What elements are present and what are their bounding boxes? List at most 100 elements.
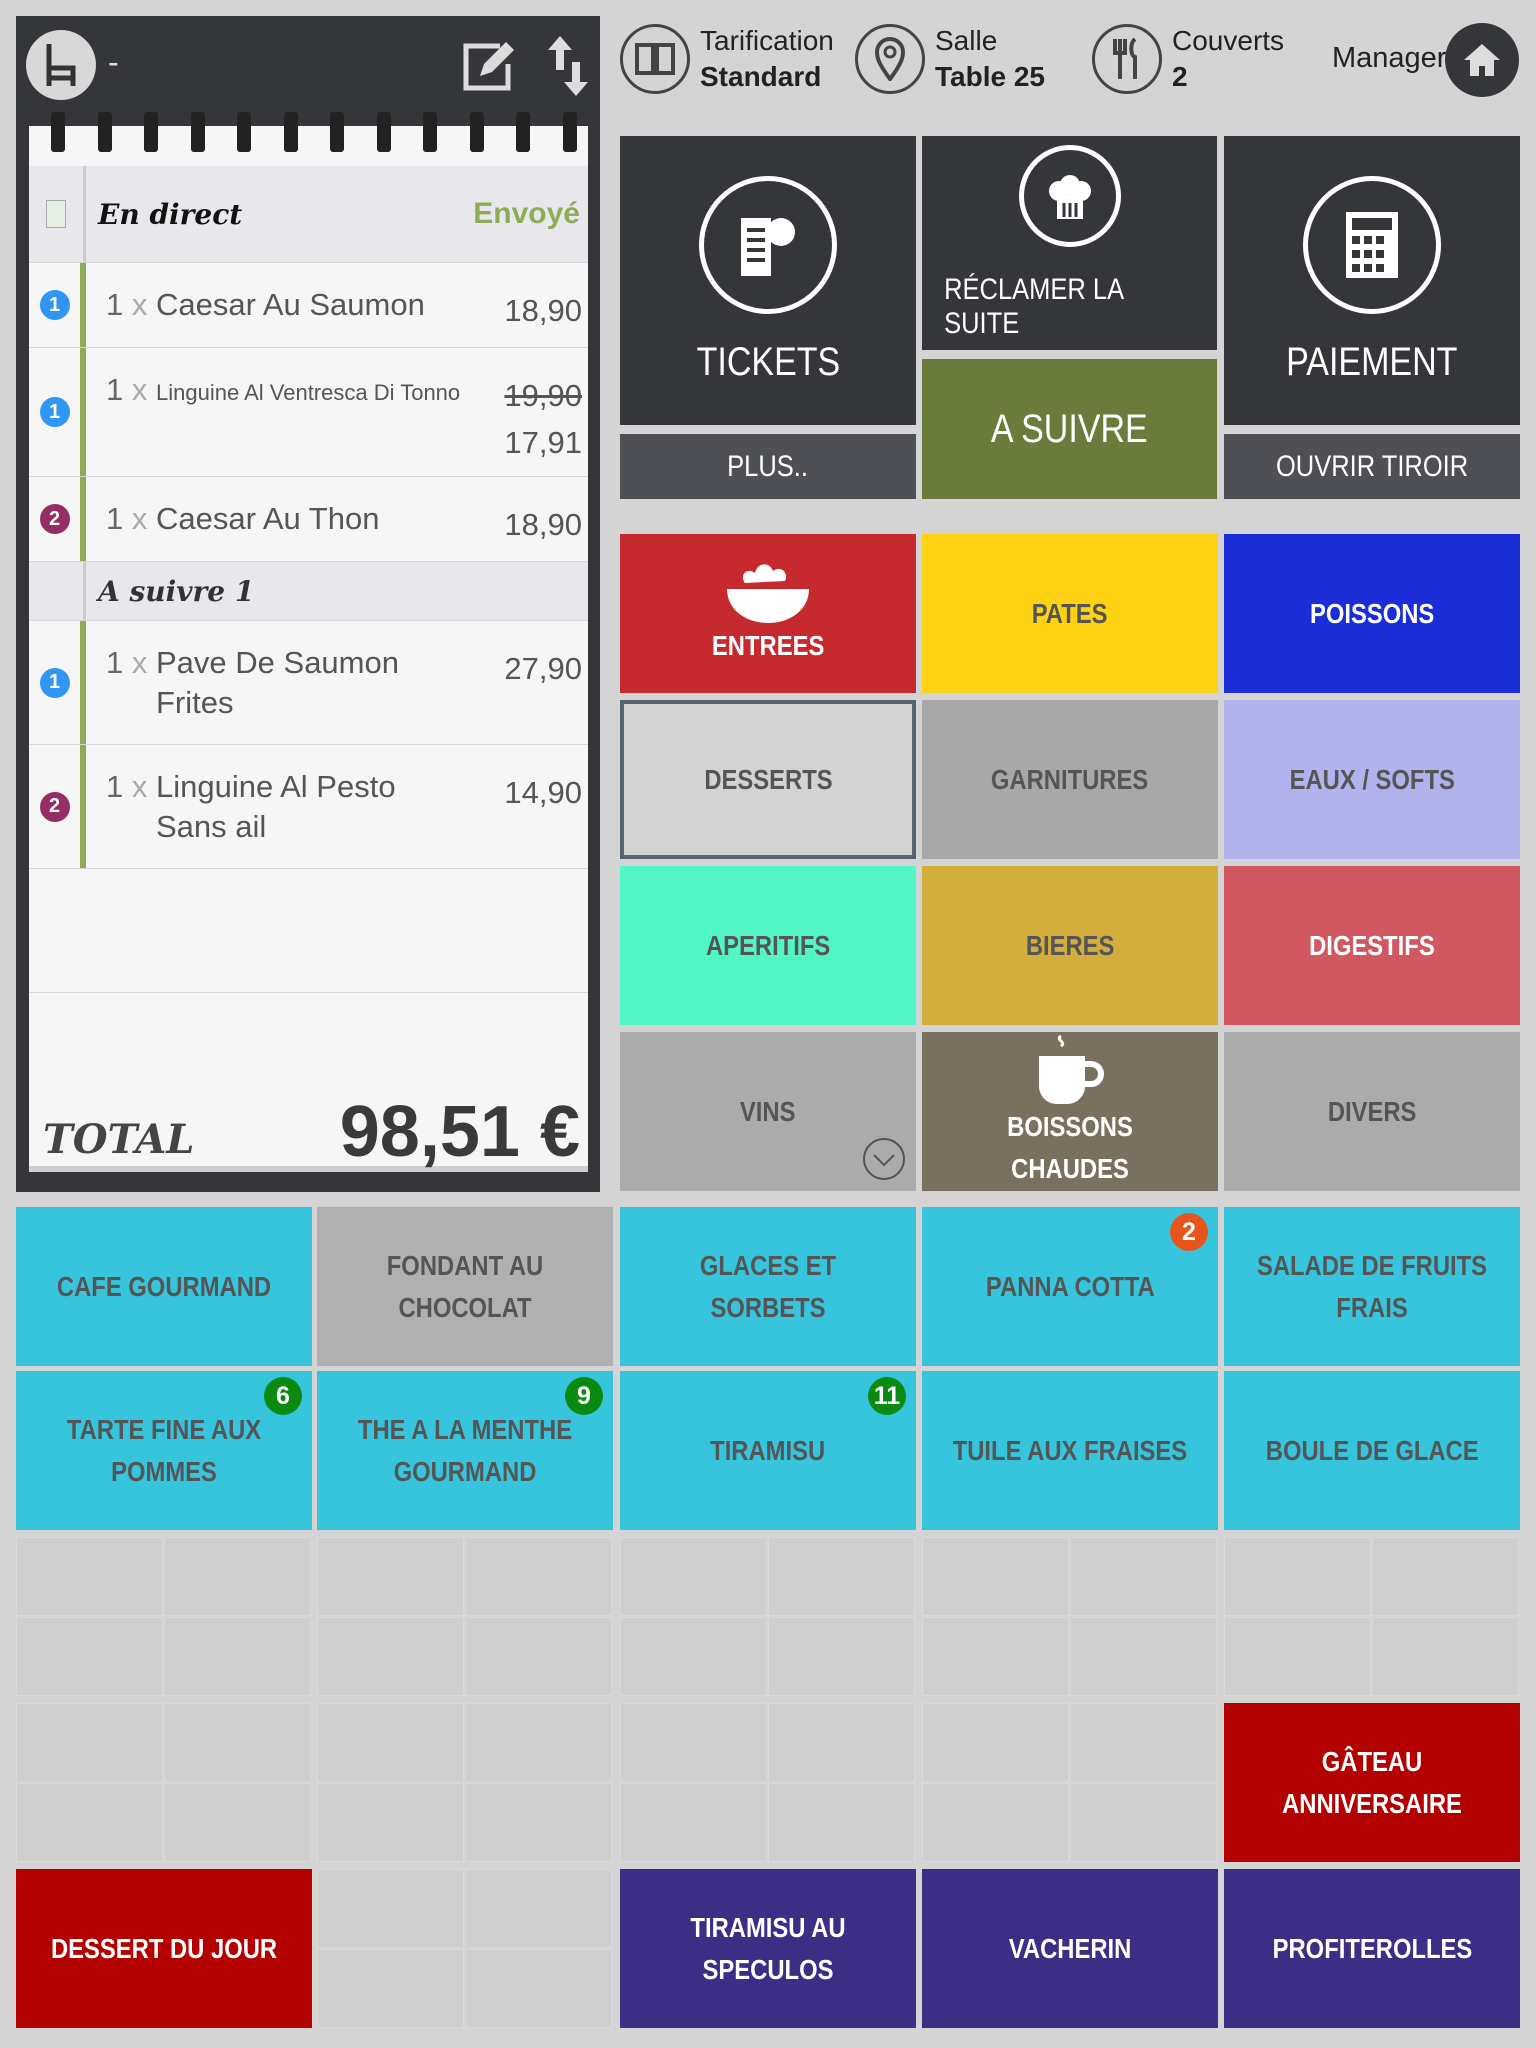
empty-slot [16,1703,163,1782]
claim-next-button[interactable]: RÉCLAMER LA SUITE [922,136,1217,350]
original-price: 19,90 [504,378,582,413]
empty-slot [1224,1617,1371,1696]
category-poissons[interactable]: POISSONS [1224,534,1520,693]
product-the-a-la-menthe-gourmand[interactable]: THE A LA MENTHE GOURMAND 9 [317,1371,613,1530]
empty-slot [317,1617,464,1696]
table-name: - [108,44,119,80]
category-label: PATES [1032,597,1108,629]
more-button[interactable]: PLUS.. [620,434,916,499]
pricing-selector[interactable]: Tarification Standard [620,23,834,95]
empty-slot [164,1537,311,1616]
category-boissons-chaudes[interactable]: BOISSONS CHAUDES [922,1032,1218,1191]
payment-label: PAIEMENT [1286,340,1458,384]
open-drawer-button[interactable]: OUVRIR TIROIR [1224,434,1520,499]
category-eaux-softs[interactable]: EAUX / SOFTS [1224,700,1520,859]
price-block: 27,90 [504,645,582,692]
empty-slot [922,1537,1069,1616]
ticket-header-row: En direct Envoyé [29,166,588,263]
sort-arrows-icon[interactable] [546,36,590,96]
product-boule-de-glace[interactable]: BOULE DE GLACE [1224,1371,1520,1530]
product-cafe-gourmand[interactable]: CAFE GOURMAND [16,1207,312,1366]
item-price: 14,90 [504,775,582,810]
course-separator[interactable]: A suivre 1 [29,562,588,621]
home-button[interactable] [1445,23,1519,97]
price-block: 14,90 [504,769,582,816]
category-desserts[interactable]: DESSERTS [620,700,916,859]
product-label: TARTE FINE AUX POMMES [66,1413,262,1487]
chevron-down-icon[interactable] [862,1137,906,1181]
empty-slot [317,1537,464,1616]
product-tarte-fine-aux-pommes[interactable]: TARTE FINE AUX POMMES 6 [16,1371,312,1530]
product-vacherin[interactable]: VACHERIN [922,1869,1218,2028]
binder-ring [97,112,112,152]
empty-slot [768,1537,915,1616]
empty-slot [768,1617,915,1696]
order-line[interactable]: 1 1 x Caesar Au Saumon 18,90 [29,263,588,348]
empty-slot [465,1783,612,1862]
category-vins[interactable]: VINS [620,1032,916,1191]
product-label: SALADE DE FRUITS FRAIS [1256,1249,1488,1323]
quantity-badge: 11 [868,1377,906,1415]
total-label: TOTAL [43,1116,195,1163]
category-label: POISSONS [1309,597,1435,629]
category-bieres[interactable]: BIERES [922,866,1218,1025]
item-name: Linguine Al Ventresca Di Tonno [156,380,461,405]
order-line[interactable]: 2 1 x Caesar Au Thon 18,90 [29,477,588,562]
category-divers[interactable]: DIVERS [1224,1032,1520,1191]
item-name: Caesar Au Saumon [156,287,425,322]
product-profiterolles[interactable]: PROFITEROLLES [1224,1869,1520,2028]
total-value: 98,51 € [339,1092,580,1172]
order-line[interactable]: 1 1 x Linguine Al Ventresca Di Tonno 19,90… [29,348,588,477]
home-icon [1464,44,1500,76]
item-price: 17,91 [504,425,582,460]
product-tiramisu-au-speculos[interactable]: TIRAMISU AU SPECULOS [620,1869,916,2028]
empty-slot [922,1783,1069,1862]
category-label: DESSERTS [703,763,833,795]
product-fondant-au-chocolat[interactable]: FONDANT AU CHOCOLAT [317,1207,613,1366]
binder-ring [144,112,158,152]
category-label: GARNITURES [991,763,1149,795]
next-course-button[interactable]: A SUIVRE [922,359,1217,499]
product-panna-cotta[interactable]: PANNA COTTA 2 [922,1207,1218,1366]
binder-ring [516,112,530,152]
product-label: CAFE GOURMAND [56,1270,272,1302]
product-tuile-aux-fraises[interactable]: TUILE AUX FRAISES [922,1371,1218,1530]
product-tiramisu[interactable]: TIRAMISU 11 [620,1371,916,1530]
category-garnitures[interactable]: GARNITURES [922,700,1218,859]
empty-slot [317,1949,464,2028]
category-pates[interactable]: PATES [922,534,1218,693]
quantity: 1 [106,769,124,804]
item-name: Pave De Saumon [156,645,399,680]
empty-slot [620,1537,767,1616]
product-gateau-anniversaire[interactable]: GÂTEAU ANNIVERSAIRE [1224,1703,1520,1862]
course-badge: 1 [39,290,70,320]
product-salade-de-fruits-frais[interactable]: SALADE DE FRUITS FRAIS [1224,1207,1520,1366]
quantity-badge: 9 [565,1377,603,1415]
room-label: Salle [935,25,998,56]
quantity: 1 [106,287,124,322]
empty-slot [164,1617,311,1696]
category-aperitifs[interactable]: APERITIFS [620,866,916,1025]
binder-ring [51,112,65,152]
category-label: VINS [740,1095,796,1127]
product-dessert-du-jour[interactable]: DESSERT DU JOUR [16,1869,312,2028]
category-digestifs[interactable]: DIGESTIFS [1224,866,1520,1025]
room-value: Table 25 [935,61,1045,92]
table-chair-button[interactable] [26,30,96,100]
payment-button[interactable]: PAIEMENT [1224,136,1520,425]
quantity-badge: 2 [1170,1213,1208,1251]
tickets-button[interactable]: TICKETS [620,136,916,425]
empty-slot [317,1783,464,1862]
order-line[interactable]: 21 x Linguine Al Pesto Sans ail 14,90 [29,745,588,869]
product-label: DESSERT DU JOUR [50,1932,278,1964]
product-glaces-et-sorbets[interactable]: GLACES ET SORBETS [620,1207,916,1366]
covers-selector[interactable]: Couverts 2 [1092,23,1284,95]
edit-icon[interactable] [460,38,516,94]
category-entrees[interactable]: ENTREES [620,534,916,693]
empty-slot [465,1949,612,2028]
order-line[interactable]: 11 x Pave De Saumon Frites 27,90 [29,621,588,745]
pricing-label: Tarification [700,25,834,56]
empty-slot [164,1703,311,1782]
empty-slot [1372,1617,1519,1696]
room-selector[interactable]: Salle Table 25 [855,23,1045,95]
